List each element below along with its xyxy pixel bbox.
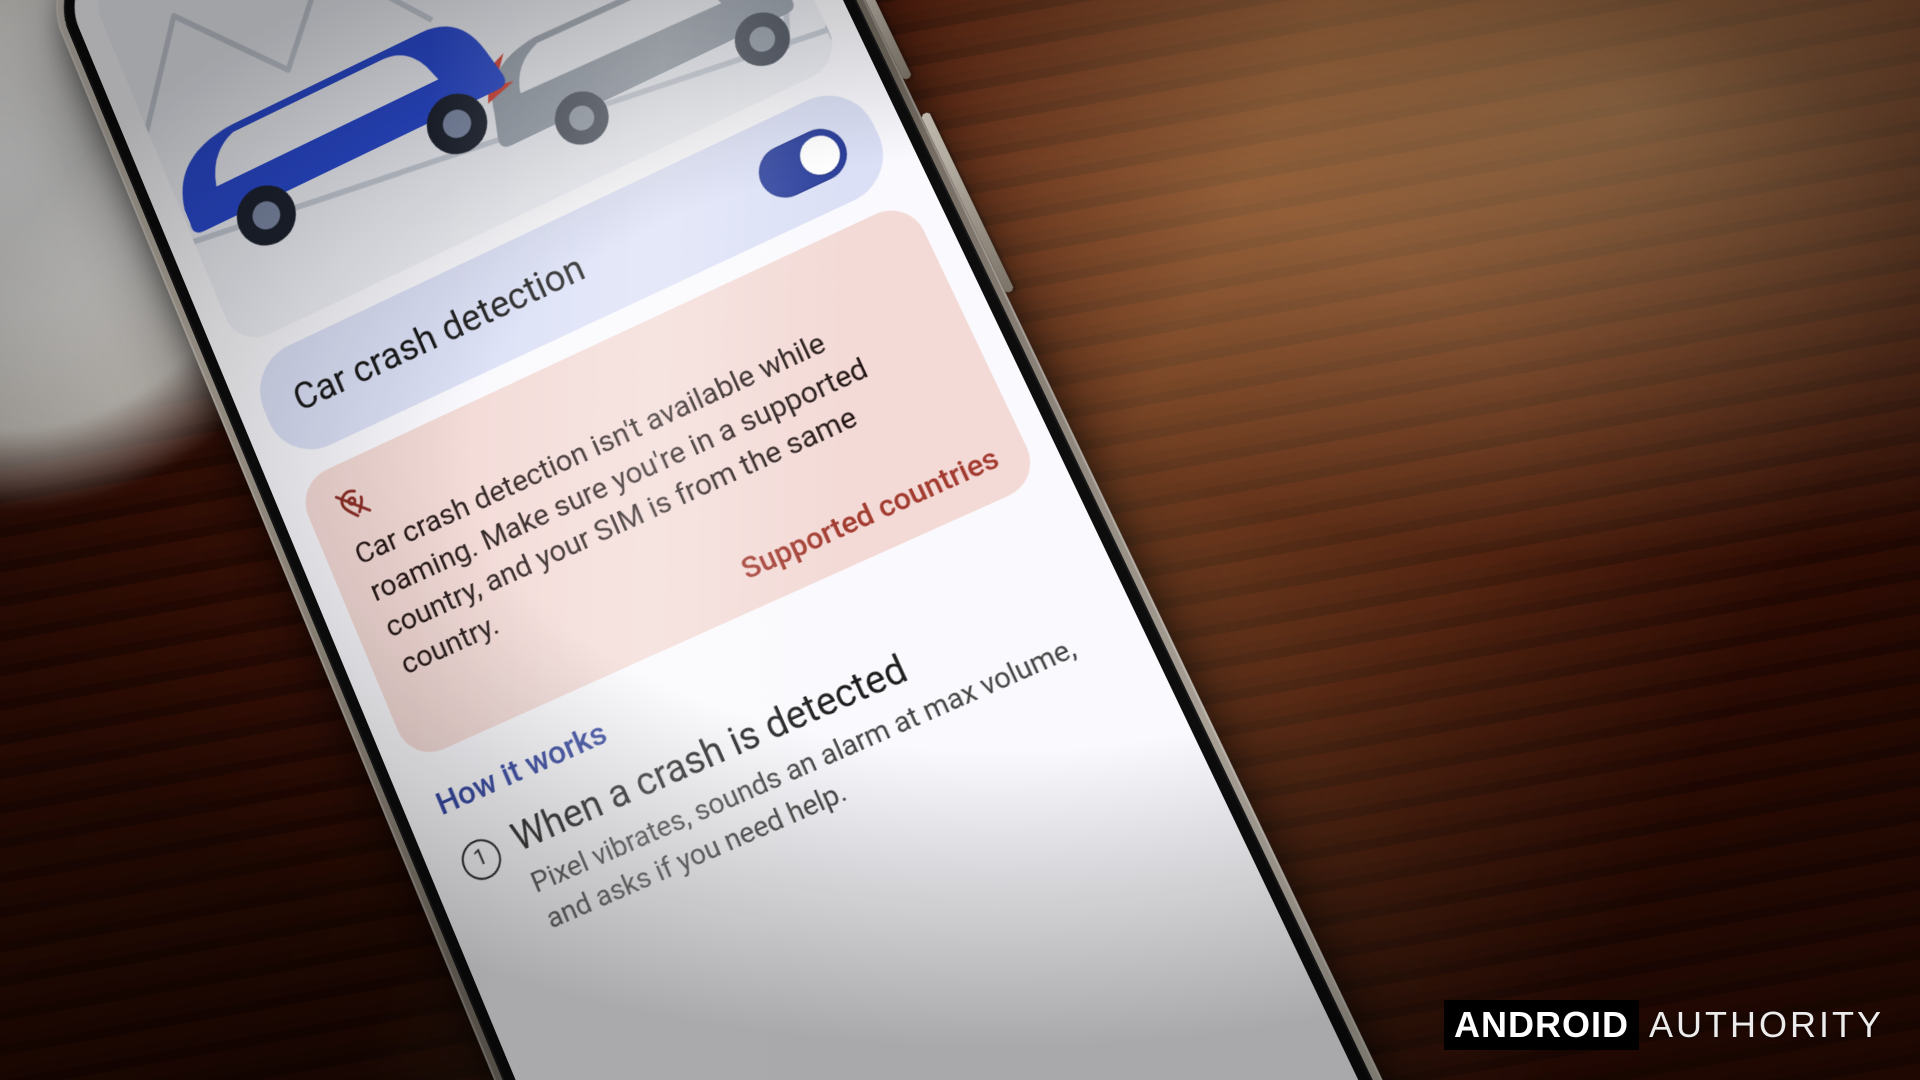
watermark-brand-plain: AUTHORITY bbox=[1649, 1004, 1884, 1046]
step-body: Pixel vibrates, sounds an alarm at max v… bbox=[525, 615, 1131, 938]
settings-page-car-crash: Car crash detection bbox=[58, 0, 1164, 974]
watermark-brand-boxed: ANDROID bbox=[1444, 1000, 1639, 1050]
switch-knob bbox=[794, 129, 847, 181]
phone-device: Car crash detection bbox=[0, 0, 1378, 1080]
watermark: ANDROID AUTHORITY bbox=[1444, 1000, 1884, 1050]
car-crash-detection-switch[interactable] bbox=[750, 120, 856, 207]
phone-screen: Car crash detection bbox=[58, 0, 1401, 1080]
photo-backdrop: Car crash detection bbox=[0, 0, 1920, 1080]
